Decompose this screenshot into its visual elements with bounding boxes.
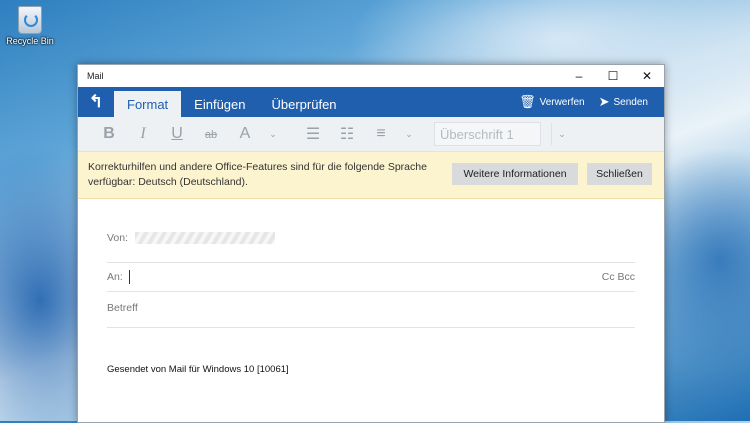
to-label: An: — [107, 271, 123, 283]
mail-window: Mail – ☐ ✕ ↰ Format Einfügen Überprüfen … — [77, 64, 665, 423]
send-icon: ➤ — [598, 94, 610, 109]
trash-icon: 🗑 — [519, 94, 536, 109]
maximize-button[interactable]: ☐ — [596, 65, 630, 87]
redacted-sender — [134, 232, 275, 245]
ribbon: ↰ Format Einfügen Überprüfen 🗑 Verwerfen… — [78, 87, 664, 117]
ribbon-actions: 🗑 Verwerfen ➤ Senden — [519, 87, 648, 117]
underline-button[interactable]: U — [160, 125, 194, 143]
text-cursor — [128, 270, 130, 284]
style-dropdown-icon[interactable]: ⌄ — [551, 123, 572, 145]
send-label: Senden — [613, 96, 648, 108]
paragraph-align-icon[interactable]: ≡ — [364, 125, 398, 143]
close-button[interactable]: ✕ — [630, 65, 664, 87]
bullet-list-icon[interactable]: ☰ — [296, 124, 330, 144]
highlight-icon: ab — [204, 129, 218, 141]
font-color-button[interactable]: A — [228, 125, 262, 143]
tab-format[interactable]: Format — [114, 91, 182, 117]
format-toolbar: B I U ab A ⌄ ☰ ☷ ≡ ⌄ Überschrift 1 ⌄ — [78, 117, 664, 152]
discard-button[interactable]: 🗑 Verwerfen — [519, 94, 585, 110]
from-label: Von: — [107, 232, 129, 244]
recycle-bin-label: Recycle Bin — [6, 36, 54, 46]
cc-bcc-button[interactable]: Cc Bcc — [602, 271, 635, 283]
subject-field[interactable]: Betreff — [107, 302, 635, 328]
minimize-button[interactable]: – — [562, 65, 596, 87]
window-title: Mail — [87, 71, 104, 81]
subject-placeholder: Betreff — [107, 302, 138, 314]
title-bar[interactable]: Mail – ☐ ✕ — [78, 65, 664, 87]
from-row: Von: — [107, 232, 635, 245]
back-arrow-icon: ↰ — [88, 92, 104, 111]
to-row[interactable]: An: Cc Bcc — [107, 262, 635, 292]
highlight-button[interactable]: ab — [194, 125, 228, 143]
more-info-button[interactable]: Weitere Informationen — [452, 163, 578, 185]
bold-button[interactable]: B — [92, 125, 126, 143]
recycle-bin-shortcut[interactable]: Recycle Bin — [4, 6, 56, 46]
numbered-list-icon[interactable]: ☷ — [330, 124, 364, 144]
recycle-bin-icon — [18, 6, 42, 34]
font-color-dropdown-icon[interactable]: ⌄ — [262, 129, 284, 140]
info-message: Korrekturhilfen und andere Office-Featur… — [88, 161, 427, 188]
close-infobar-button[interactable]: Schließen — [587, 163, 652, 185]
tab-einfuegen[interactable]: Einfügen — [181, 91, 258, 117]
style-select[interactable]: Überschrift 1 — [434, 122, 541, 146]
paragraph-dropdown-icon[interactable]: ⌄ — [398, 129, 420, 140]
message-body[interactable]: Gesendet von Mail für Windows 10 [10061] — [107, 364, 289, 375]
back-button[interactable]: ↰ — [78, 87, 114, 117]
language-info-bar: Korrekturhilfen und andere Office-Featur… — [78, 152, 664, 199]
discard-label: Verwerfen — [539, 96, 585, 108]
italic-button[interactable]: I — [126, 125, 160, 143]
tab-ueberpruefen[interactable]: Überprüfen — [259, 91, 350, 117]
send-button[interactable]: ➤ Senden — [599, 94, 648, 110]
